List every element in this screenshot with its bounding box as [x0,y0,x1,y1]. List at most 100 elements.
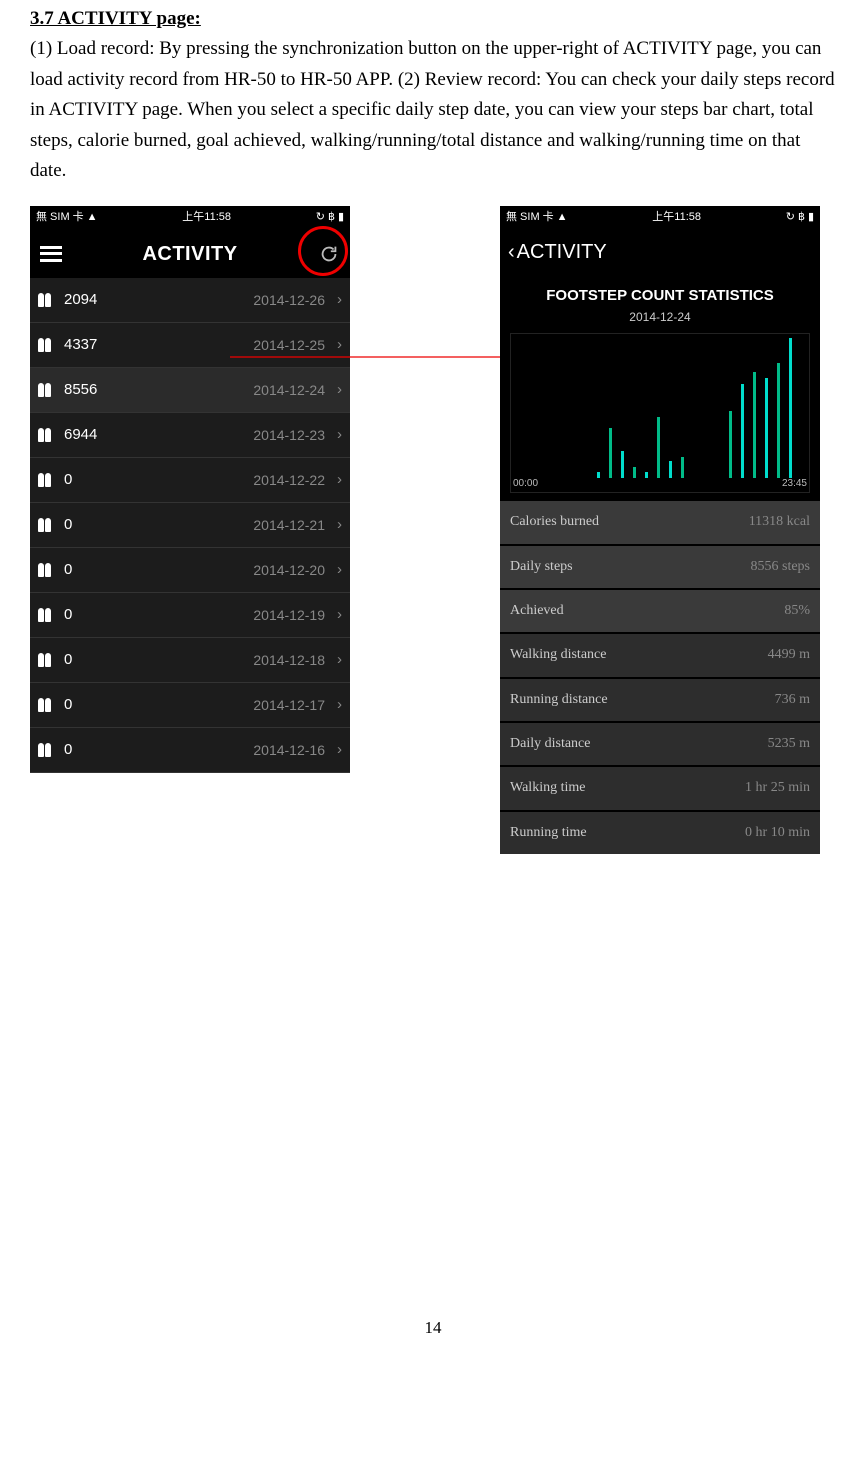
chevron-right-icon: › [333,738,342,762]
chart-bar [669,461,672,478]
date-value: 2014-12-21 [132,514,325,536]
stat-value: 11318 kcal [749,511,810,533]
nav-bar: ACTIVITY [30,230,350,278]
back-button[interactable]: ‹ ACTIVITY [508,236,607,268]
stat-row: Achieved85% [500,588,820,632]
stat-value: 5235 m [768,733,810,755]
date-value: 2014-12-16 [132,739,325,761]
footsteps-icon [38,653,56,667]
chart-bar [645,472,648,478]
chevron-right-icon: › [333,513,342,537]
stat-row: Daily distance5235 m [500,721,820,765]
stat-label: Daily steps [510,556,573,578]
steps-value: 0 [64,738,124,762]
stat-label: Walking distance [510,644,606,666]
carrier-text: 無 SIM 卡 [36,209,84,227]
stat-row: Calories burned 11318 kcal [500,499,820,543]
steps-value: 0 [64,603,124,627]
footsteps-icon [38,338,56,352]
chevron-right-icon: › [333,468,342,492]
wifi-icon: ▲ [557,209,568,227]
list-item[interactable]: 20942014-12-26› [30,278,350,323]
stat-value: 8556 steps [751,556,811,578]
chart-bar [765,378,768,478]
chevron-right-icon: › [333,288,342,312]
chevron-right-icon: › [333,693,342,717]
date-value: 2014-12-22 [132,469,325,491]
date-value: 2014-12-18 [132,649,325,671]
footsteps-icon [38,383,56,397]
body-paragraph: (1) Load record: By pressing the synchro… [30,34,836,186]
stat-label: Running distance [510,689,608,711]
menu-icon[interactable] [40,246,62,262]
chart-bar [729,411,732,478]
chart-bar [753,372,756,478]
chevron-right-icon: › [333,333,342,357]
stat-row: Running time0 hr 10 min [500,810,820,854]
sync-button[interactable] [318,243,340,265]
list-item[interactable]: 02014-12-17› [30,683,350,728]
stats-table: Calories burned 11318 kcal Daily steps 8556… [500,499,820,854]
stat-row: Walking time 1 hr 25 min [500,765,820,809]
steps-value: 0 [64,648,124,672]
stat-row: Walking distance 4499 m [500,632,820,676]
list-item[interactable]: 6944 2014-12-23 › [30,413,350,458]
battery-icon: ▮ [808,209,814,227]
stat-row: Daily steps 8556 steps [500,544,820,588]
battery-icon: ▮ [338,209,344,227]
activity-detail-screenshot: 無 SIM 卡 ▲ 上午11:58 ↻ ฿ ▮ ‹ ACTIVITY FOOTS… [500,206,820,854]
chart-bar [621,451,624,478]
chart-date: 2014-12-24 [510,308,810,327]
stat-value: 736 m [775,689,810,711]
stat-value: 1 hr 25 min [745,777,810,799]
steps-value: 2094 [64,288,124,312]
footsteps-icon [38,563,56,577]
chart-bar [657,417,660,479]
date-value: 2014-12-19 [132,604,325,626]
chart-area: FOOTSTEP COUNT STATISTICS 2014-12-24 [500,274,820,499]
steps-value: 0 [64,693,124,717]
chevron-right-icon: › [333,603,342,627]
list-item[interactable]: 02014-12-21› [30,503,350,548]
chart-bar [597,472,600,478]
status-time: 上午11:58 [652,209,701,227]
bluetooth-icon: ฿ [798,209,805,227]
footsteps-icon [38,428,56,442]
stat-label: Calories burned [510,511,599,533]
activity-list: 20942014-12-26›43372014-12-25›85562014-1… [30,278,350,773]
footsteps-icon [38,518,56,532]
list-item[interactable]: 0 2014-12-22 › [30,458,350,503]
section-title: 3.7 ACTIVITY page: [30,4,836,34]
list-item[interactable]: 0 2014-12-19 › [30,593,350,638]
chevron-right-icon: › [333,558,342,582]
page-number: 14 [30,1314,836,1341]
list-item[interactable]: 85562014-12-24› [30,368,350,413]
list-item[interactable]: 43372014-12-25› [30,323,350,368]
chevron-right-icon: › [333,648,342,672]
list-item[interactable]: 02014-12-20› [30,548,350,593]
footsteps-icon [38,698,56,712]
stat-label: Walking time [510,777,585,799]
page-title: ACTIVITY [62,238,318,270]
steps-value: 0 [64,468,124,492]
lock-icon: ↻ [316,209,325,227]
wifi-icon: ▲ [87,209,98,227]
status-bar: 無 SIM 卡 ▲ 上午11:58 ↻ ฿ ▮ [500,206,820,230]
chevron-left-icon: ‹ [508,236,515,268]
chevron-right-icon: › [333,423,342,447]
chart-bar [789,338,792,478]
date-value: 2014-12-24 [132,379,325,401]
chart-bar [633,467,636,479]
chart-bar [741,384,744,478]
steps-value: 6944 [64,423,124,447]
chart-bar [609,428,612,478]
footsteps-icon [38,293,56,307]
date-value: 2014-12-20 [132,559,325,581]
date-value: 2014-12-23 [132,424,325,446]
stat-value: 4499 m [768,644,810,666]
list-item[interactable]: 0 2014-12-16 › [30,728,350,773]
list-item[interactable]: 0 2014-12-18 › [30,638,350,683]
chevron-right-icon: › [333,378,342,402]
stat-label: Running time [510,822,587,844]
steps-value: 4337 [64,333,124,357]
